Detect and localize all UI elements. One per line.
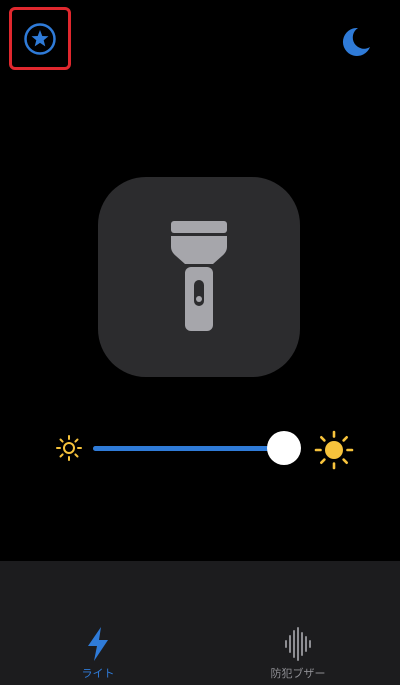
- tab-light-label: ライト: [81, 667, 115, 680]
- flashlight-screen: ライト 防犯ブザー: [0, 0, 400, 685]
- sun-small-icon: [56, 435, 82, 461]
- slider-thumb[interactable]: [266, 431, 301, 465]
- night-mode-button[interactable]: [334, 22, 374, 62]
- brightness-slider-row: [0, 420, 400, 476]
- bolt-icon: [88, 627, 108, 661]
- tab-bar: ライト 防犯ブザー: [0, 561, 400, 685]
- moon-icon: [342, 27, 370, 56]
- brightness-slider[interactable]: [93, 431, 301, 465]
- sun-large-icon: [314, 430, 354, 470]
- flashlight-icon: [171, 221, 227, 331]
- sound-wave-icon: [285, 627, 311, 661]
- tab-buzzer-label: 防犯ブザー: [270, 667, 326, 680]
- slider-fill: [93, 446, 284, 451]
- star-circle-icon: [24, 22, 56, 55]
- tab-light[interactable]: ライト: [38, 627, 158, 681]
- flashlight-toggle-button[interactable]: [98, 177, 300, 377]
- tab-buzzer[interactable]: 防犯ブザー: [238, 627, 358, 681]
- favorites-button[interactable]: [9, 7, 71, 70]
